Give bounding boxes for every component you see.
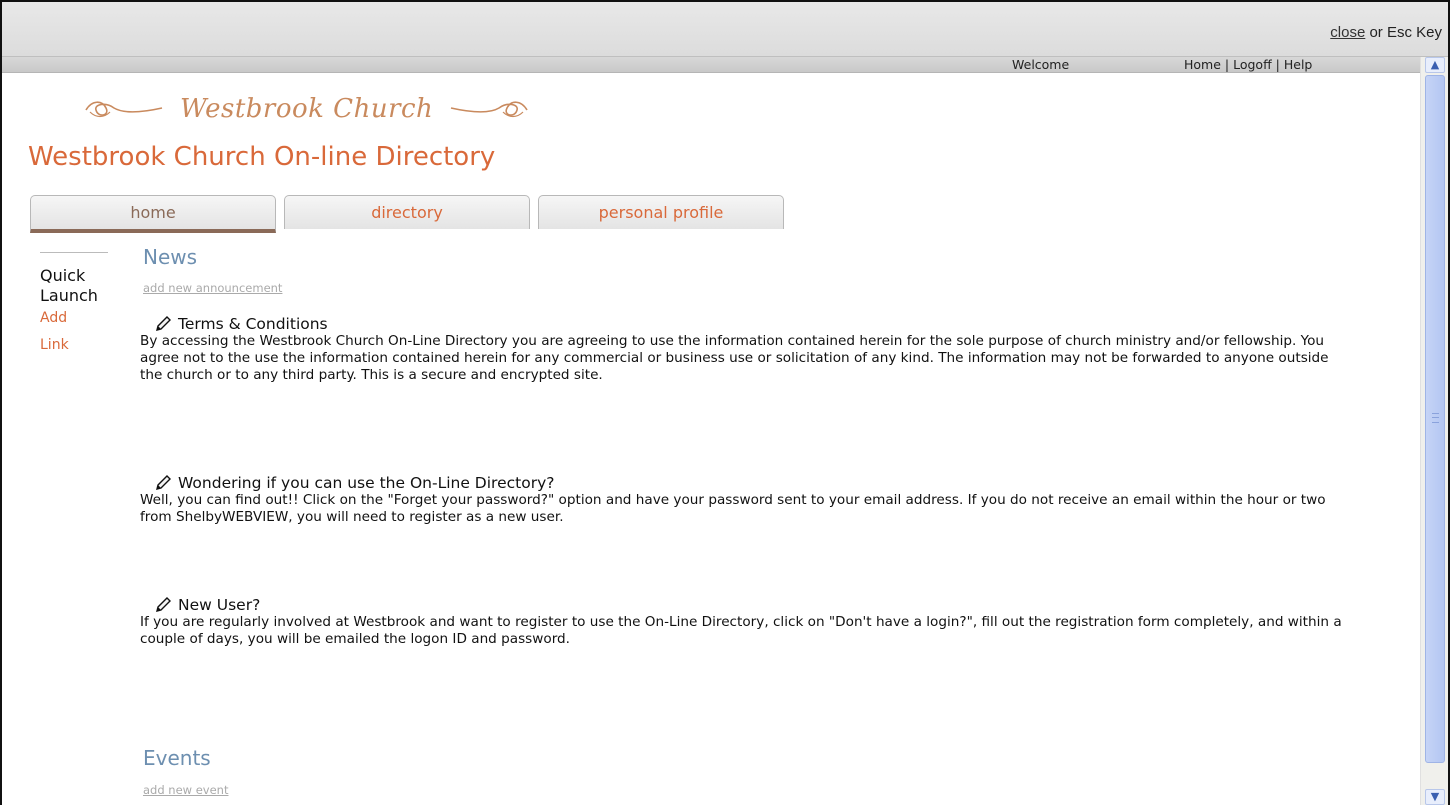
modal-top-bar: close or Esc Key — [2, 2, 1448, 57]
news-item-heading: Terms & Conditions — [154, 315, 1359, 333]
news-item: Wondering if you can use the On-Line Dir… — [140, 474, 1359, 526]
news-item-title: Wondering if you can use the On-Line Dir… — [178, 474, 555, 492]
main-tabs: home directory personal profile — [30, 195, 792, 233]
vertical-scrollbar[interactable]: ▲ ▼ — [1420, 57, 1448, 805]
pencil-icon — [156, 316, 171, 331]
nav-logoff-link[interactable]: Logoff — [1233, 57, 1272, 72]
close-area: close or Esc Key — [1330, 24, 1442, 41]
add-event-link[interactable]: add new event — [143, 783, 228, 797]
church-logo: Westbrook Church — [84, 84, 529, 134]
quick-launch-link-link[interactable]: Link — [40, 337, 69, 353]
scroll-down-arrow-icon[interactable]: ▼ — [1425, 789, 1445, 805]
modal-window: close or Esc Key Welcome Home | Logoff |… — [0, 0, 1450, 805]
add-announcement-link[interactable]: add new announcement — [143, 281, 282, 295]
tab-directory[interactable]: directory — [284, 195, 530, 229]
events-title: Events — [143, 746, 211, 770]
pencil-icon — [156, 475, 171, 490]
right-flourish-icon — [451, 101, 528, 118]
nav-separator: | — [1271, 57, 1284, 72]
top-nav-strip: Welcome Home | Logoff | Help — [2, 57, 1420, 73]
scrollbar-thumb[interactable] — [1425, 75, 1445, 763]
pencil-icon — [156, 597, 171, 612]
close-link[interactable]: close — [1330, 24, 1365, 41]
welcome-text: Welcome — [1012, 57, 1070, 72]
news-item-body: By accessing the Westbrook Church On-Lin… — [140, 333, 1329, 383]
news-item-body: Well, you can find out!! Click on the "F… — [140, 492, 1326, 525]
news-item: New User? If you are regularly involved … — [140, 596, 1359, 648]
nav-home-link[interactable]: Home — [1184, 57, 1221, 72]
news-item-title: Terms & Conditions — [178, 315, 328, 333]
news-item-body: If you are regularly involved at Westbro… — [140, 614, 1342, 647]
news-item-heading: Wondering if you can use the On-Line Dir… — [154, 474, 1359, 492]
top-nav-links: Home | Logoff | Help — [1184, 57, 1312, 72]
news-item: Terms & Conditions By accessing the West… — [140, 315, 1359, 384]
tab-personal-profile[interactable]: personal profile — [538, 195, 784, 229]
page-title: Westbrook Church On-line Directory — [28, 142, 496, 172]
tab-home[interactable]: home — [30, 195, 276, 233]
logo-text: Westbrook Church — [180, 94, 434, 124]
news-item-heading: New User? — [154, 596, 1359, 614]
quick-launch-add-link[interactable]: Add — [40, 310, 67, 326]
quick-launch-title: Quick Launch — [40, 266, 98, 305]
left-flourish-icon — [85, 101, 163, 118]
nav-help-link[interactable]: Help — [1284, 57, 1313, 72]
news-title: News — [143, 245, 198, 269]
esc-key-hint: or Esc Key — [1365, 24, 1442, 41]
quick-launch-divider — [40, 252, 108, 253]
scrollbar-grip-icon — [1432, 413, 1439, 423]
nav-separator: | — [1220, 57, 1234, 72]
scroll-up-arrow-icon[interactable]: ▲ — [1425, 57, 1445, 73]
news-item-title: New User? — [178, 596, 261, 614]
